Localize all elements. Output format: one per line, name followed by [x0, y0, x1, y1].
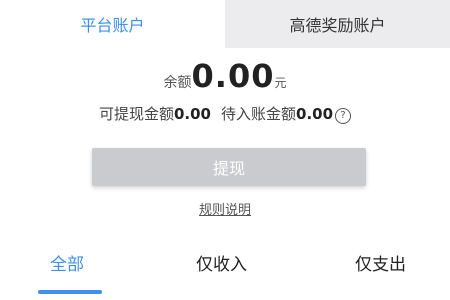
balance-display: 余额0.00元	[0, 56, 450, 96]
filter-tabs: 全部 仅收入 仅支出	[0, 250, 450, 300]
pending-label: 待入账金额	[221, 105, 297, 123]
question-circle-icon[interactable]: ?	[335, 108, 352, 124]
balance-label: 余额	[163, 75, 192, 91]
withdraw-button[interactable]: 提现	[92, 148, 366, 186]
withdrawable-label: 可提现金额	[98, 105, 174, 123]
tab-amap-reward-account[interactable]: 高德奖励账户	[225, 0, 450, 48]
tab-all[interactable]: 全部	[50, 250, 84, 275]
account-tabs: 平台账户 高德奖励账户	[0, 0, 450, 48]
wallet-page: 平台账户 高德奖励账户 余额0.00元 可提现金额0.00 待入账金额0.00? …	[0, 0, 450, 300]
balance-unit: 元	[274, 76, 287, 90]
withdrawable-value: 0.00	[173, 105, 211, 123]
pending-value: 0.00	[296, 105, 334, 123]
tab-platform-account[interactable]: 平台账户	[0, 0, 225, 48]
balance-amount: 0.00	[191, 57, 275, 95]
active-tab-indicator	[38, 290, 102, 294]
sub-balance-row: 可提现金额0.00 待入账金额0.00?	[0, 102, 450, 126]
tab-expense-only[interactable]: 仅支出	[355, 250, 406, 275]
rules-link[interactable]: 规则说明	[0, 199, 450, 218]
tab-income-only[interactable]: 仅收入	[196, 250, 247, 275]
